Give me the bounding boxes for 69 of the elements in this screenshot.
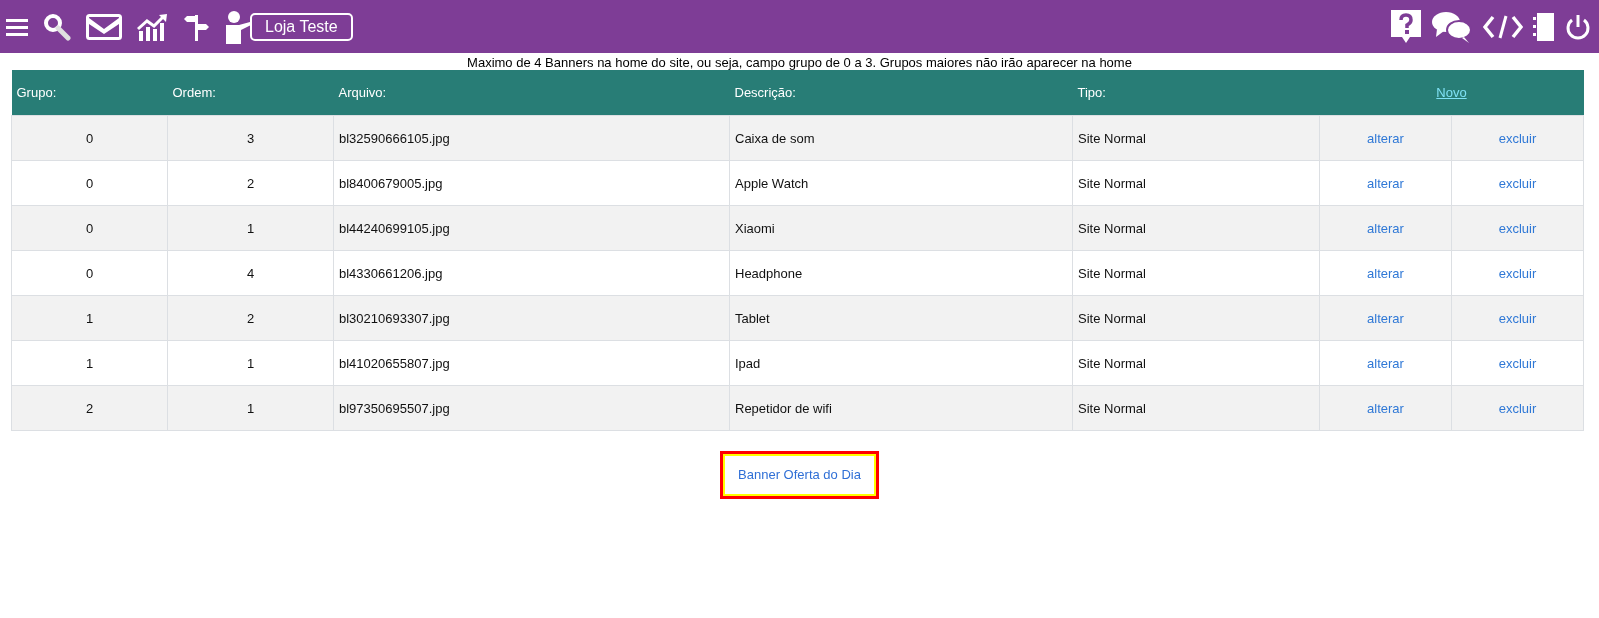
table-cell: bl97350695507.jpg: [333, 385, 730, 431]
table-cell: 0: [11, 205, 168, 251]
table-cell: Site Normal: [1072, 115, 1320, 161]
presenter-icon: [225, 9, 251, 44]
edit-link[interactable]: alterar: [1367, 355, 1404, 371]
envelope-icon[interactable]: [86, 13, 122, 40]
delete-link[interactable]: excluir: [1498, 400, 1537, 416]
edit-link[interactable]: alterar: [1367, 220, 1404, 236]
menu-icon[interactable]: [6, 17, 28, 36]
table-cell: Site Normal: [1072, 250, 1320, 296]
edit-link[interactable]: alterar: [1367, 175, 1404, 191]
table-cell: Headphone: [729, 250, 1073, 296]
table-cell: Site Normal: [1072, 295, 1320, 341]
table-cell: 0: [11, 250, 168, 296]
table-cell: 1: [167, 205, 334, 251]
table-cell: bl8400679005.jpg: [333, 160, 730, 206]
column-header: Tipo:: [1072, 70, 1320, 116]
search-icon[interactable]: [43, 12, 71, 41]
table-cell: Xiaomi: [729, 205, 1073, 251]
table-cell: 0: [11, 115, 168, 161]
edit-link[interactable]: alterar: [1367, 310, 1404, 326]
table-cell: 1: [11, 295, 168, 341]
code-icon[interactable]: [1483, 13, 1523, 40]
table-cell: Tablet: [729, 295, 1073, 341]
table-cell: 2: [167, 295, 334, 341]
power-icon[interactable]: [1565, 12, 1591, 41]
table-cell: bl4330661206.jpg: [333, 250, 730, 296]
column-header: Descrição:: [729, 70, 1073, 116]
chart-icon[interactable]: [137, 12, 169, 41]
table-cell: bl32590666105.jpg: [333, 115, 730, 161]
offer-banner-button[interactable]: Banner Oferta do Dia: [720, 451, 879, 499]
column-header: Arquivo:: [333, 70, 730, 116]
delete-link[interactable]: excluir: [1498, 265, 1537, 281]
table-cell: 1: [167, 385, 334, 431]
chat-icon[interactable]: [1431, 9, 1473, 44]
table-cell: 0: [11, 160, 168, 206]
table-cell: Repetidor de wifi: [729, 385, 1073, 431]
delete-link[interactable]: excluir: [1498, 130, 1537, 146]
store-button[interactable]: Loja Teste: [250, 12, 353, 41]
notice-text: Maximo de 4 Banners na home do site, ou seja, campo grupo de 0 a 3. Grupos maiores não irão aparecer na home: [466, 54, 1133, 70]
new-link[interactable]: Novo: [1436, 85, 1467, 100]
table-cell: 2: [167, 160, 334, 206]
notebook-icon[interactable]: [1533, 11, 1555, 42]
table-cell: 2: [11, 385, 168, 431]
table-cell: 1: [11, 340, 168, 386]
delete-link[interactable]: excluir: [1498, 310, 1537, 326]
table-cell: Site Normal: [1072, 205, 1320, 251]
table-cell: Site Normal: [1072, 385, 1320, 431]
column-header: Ordem:: [167, 70, 334, 116]
edit-link[interactable]: alterar: [1367, 400, 1404, 416]
column-header: Grupo:: [11, 70, 168, 116]
edit-link[interactable]: alterar: [1367, 265, 1404, 281]
table-cell: 1: [167, 340, 334, 386]
table-cell: bl44240699105.jpg: [333, 205, 730, 251]
table-cell: Site Normal: [1072, 160, 1320, 206]
delete-link[interactable]: excluir: [1498, 355, 1537, 371]
signpost-icon[interactable]: [184, 12, 210, 41]
table-cell: Ipad: [729, 340, 1073, 386]
table-cell: bl41020655807.jpg: [333, 340, 730, 386]
delete-link[interactable]: excluir: [1498, 220, 1537, 236]
table-cell: 3: [167, 115, 334, 161]
edit-link[interactable]: alterar: [1367, 130, 1404, 146]
delete-link[interactable]: excluir: [1498, 175, 1537, 191]
table-cell: Apple Watch: [729, 160, 1073, 206]
table-cell: Caixa de som: [729, 115, 1073, 161]
help-icon[interactable]: [1391, 9, 1421, 44]
table-cell: 4: [167, 250, 334, 296]
table-cell: Site Normal: [1072, 340, 1320, 386]
table-cell: bl30210693307.jpg: [333, 295, 730, 341]
